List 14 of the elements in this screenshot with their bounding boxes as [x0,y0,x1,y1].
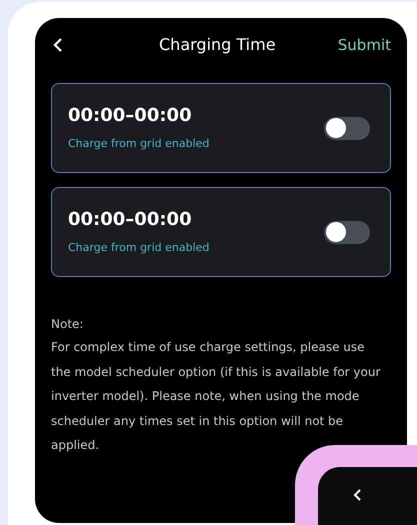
submit-button[interactable]: Submit [338,34,391,56]
toggle-switch[interactable] [324,220,370,244]
time-slot-card[interactable]: 00:00–00:00 Charge from grid enabled [51,83,391,173]
page-title: Charging Time [159,34,276,56]
note-heading: Note: [51,316,84,333]
time-slot-card[interactable]: 00:00–00:00 Charge from grid enabled [51,187,391,277]
caption: Charge from grid enabled [68,136,210,152]
note-text: For complex time of use charge settings, please use the model scheduler option (if this is available for your inverter model). Please note, when using the mode scheduler any times set in this option will not be applied. [51,339,382,454]
caption: Charge from grid enabled [68,240,210,256]
toggle-switch[interactable] [324,116,370,140]
time-range: 00:00–00:00 [68,104,193,128]
back-icon[interactable] [53,38,63,52]
back-icon[interactable] [353,489,361,501]
time-range: 00:00–00:00 [68,208,193,232]
